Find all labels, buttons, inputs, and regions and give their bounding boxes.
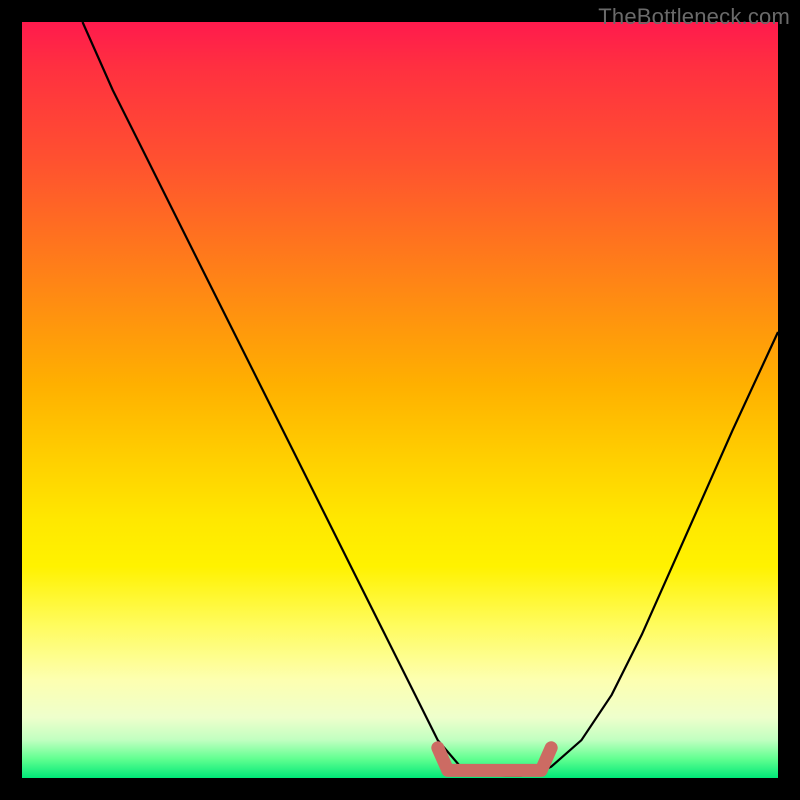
- bottleneck-curve-line: [83, 22, 779, 776]
- chart-svg: [0, 0, 800, 800]
